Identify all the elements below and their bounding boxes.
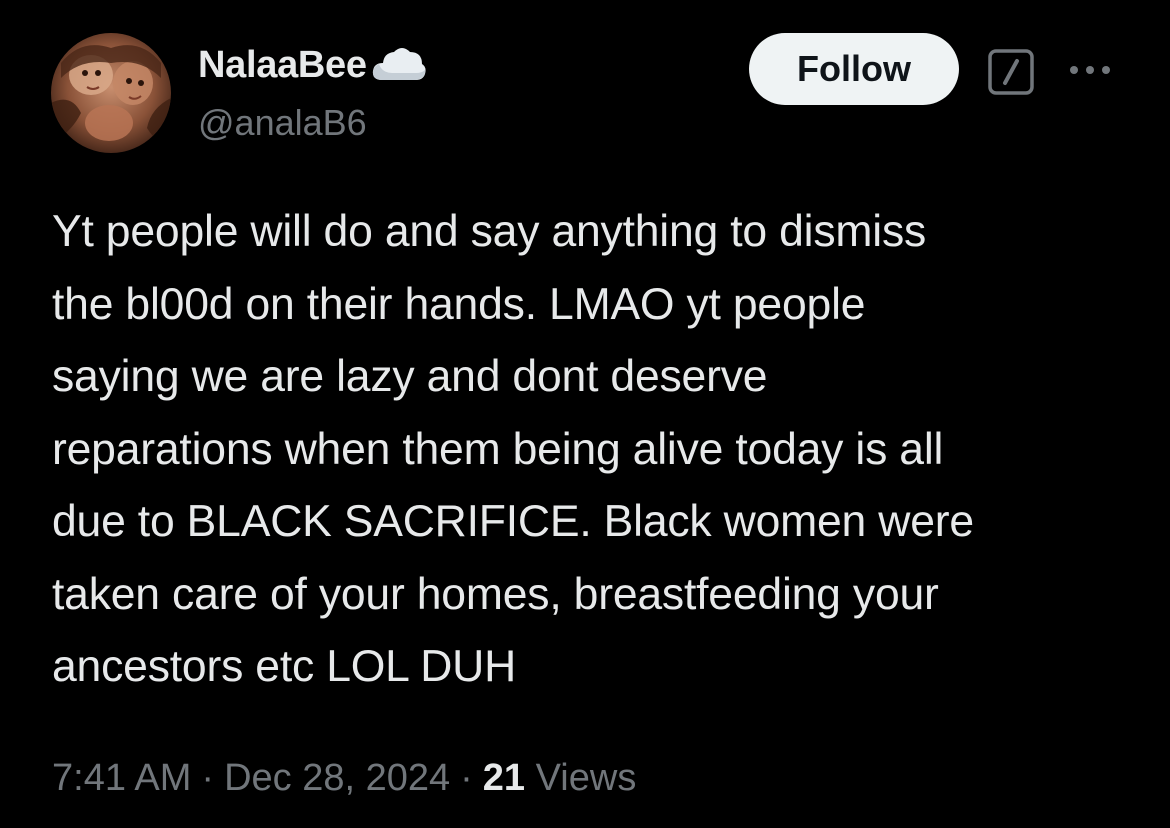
tweet-text-line: the bl00d on their hands. LMAO yt people — [52, 279, 866, 329]
cloud-icon — [370, 40, 428, 90]
tweet-text-line: taken care of your homes, breastfeeding … — [52, 569, 939, 619]
tweet-text: Yt people will do and say anything to di… — [52, 196, 1142, 704]
tweet-text-line: due to BLACK SACRIFICE. Black women were — [52, 497, 974, 546]
tweet-text-line: Yt people will do and say anything to di… — [52, 207, 927, 256]
tweet-card: NalaaBee @analaB6 Follow Yt people will … — [0, 0, 1170, 828]
grok-icon[interactable] — [988, 49, 1034, 95]
views-count: 21 — [482, 757, 526, 799]
avatar-image — [51, 33, 171, 153]
tweet-meta: 7:41 AM · Dec 28, 2024 · 21 Views — [52, 752, 636, 804]
tweet-text-line: ancestors etc LOL DUH — [52, 642, 517, 691]
avatar[interactable] — [51, 33, 171, 153]
views-label: Views — [535, 757, 637, 799]
name-row: NalaaBee — [198, 40, 428, 90]
tweet-date[interactable]: Dec 28, 2024 — [224, 757, 450, 799]
meta-separator: · — [201, 757, 215, 799]
handle[interactable]: @analaB6 — [198, 98, 367, 148]
follow-button[interactable]: Follow — [749, 33, 959, 105]
tweet-text-line: saying we are lazy and dont deserve — [52, 352, 768, 401]
display-name[interactable]: NalaaBee — [198, 40, 367, 90]
more-icon[interactable] — [1066, 58, 1114, 82]
tweet-time[interactable]: 7:41 AM — [52, 757, 191, 799]
meta-separator: · — [460, 757, 473, 799]
tweet-text-line: reparations when them being alive today … — [52, 424, 944, 474]
